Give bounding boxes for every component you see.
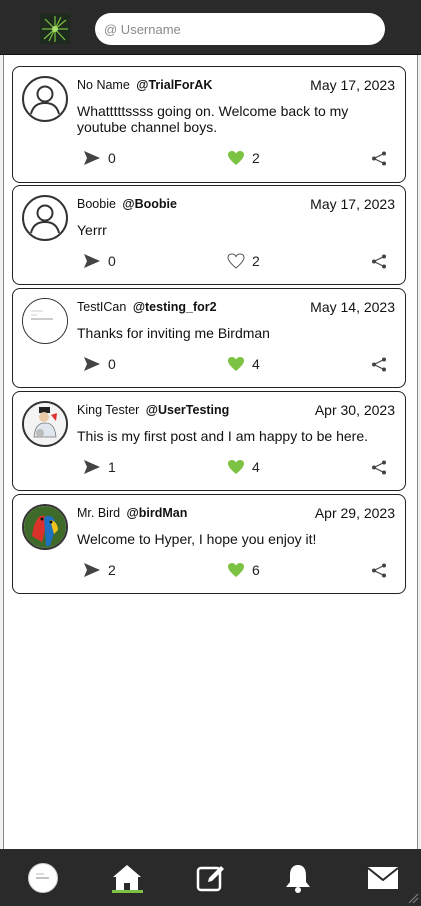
user-avatar[interactable] <box>22 195 68 241</box>
author-handle[interactable]: @birdMan <box>127 506 188 520</box>
post-date: Apr 29, 2023 <box>314 505 395 521</box>
post-card[interactable]: Mr. Bird @birdMan Apr 29, 2023 Welcome t… <box>12 494 406 594</box>
nav-profile[interactable] <box>23 849 63 906</box>
share-icon <box>372 254 386 269</box>
send-icon <box>84 151 100 165</box>
like-button[interactable]: 4 <box>227 459 260 475</box>
share-send-button[interactable]: 0 <box>83 253 116 269</box>
search-input[interactable] <box>95 13 385 45</box>
compose-icon <box>196 865 224 891</box>
share-button[interactable] <box>371 151 394 166</box>
resize-handle-icon[interactable] <box>407 892 419 904</box>
send-icon <box>84 254 100 268</box>
heart-filled-icon <box>228 151 244 165</box>
heart-filled-icon <box>228 357 244 371</box>
like-count: 6 <box>252 562 260 578</box>
like-count: 4 <box>252 459 260 475</box>
share-button[interactable] <box>371 563 394 578</box>
like-button[interactable]: 4 <box>227 356 260 372</box>
post-card[interactable]: King Tester @UserTesting Apr 30, 2023 Th… <box>12 391 406 491</box>
like-count: 2 <box>252 150 260 166</box>
share-send-button[interactable]: 0 <box>83 150 116 166</box>
share-count: 0 <box>108 356 116 372</box>
user-avatar[interactable] <box>22 504 68 550</box>
share-icon <box>372 151 386 166</box>
author-handle[interactable]: @testing_for2 <box>133 300 217 314</box>
share-button[interactable] <box>371 254 394 269</box>
heart-filled-icon <box>228 460 244 474</box>
author-name: Boobie <box>77 197 116 211</box>
send-icon <box>84 563 100 577</box>
user-avatar[interactable] <box>22 298 68 344</box>
home-icon <box>113 864 141 891</box>
post-date: May 14, 2023 <box>310 299 395 315</box>
author-handle[interactable]: @TrialForAK <box>136 78 212 92</box>
author-name: No Name <box>77 78 130 92</box>
like-button[interactable]: 2 <box>227 253 260 269</box>
active-tab-indicator <box>112 890 143 893</box>
post-card[interactable]: TestICan @testing_for2 May 14, 2023 Than… <box>12 288 406 388</box>
share-count: 0 <box>108 150 116 166</box>
heart-filled-icon <box>228 563 244 577</box>
post-text: Thanks for inviting me Birdman <box>77 325 270 341</box>
user-avatar[interactable] <box>22 401 68 447</box>
author-name: King Tester <box>77 403 140 417</box>
mail-icon <box>367 866 399 889</box>
profile-avatar-icon <box>28 862 58 893</box>
top-bar <box>0 0 421 55</box>
share-send-button[interactable]: 1 <box>83 459 116 475</box>
like-count: 4 <box>252 356 260 372</box>
share-icon <box>372 563 386 578</box>
send-icon <box>84 357 100 371</box>
heart-outline-icon <box>227 253 245 269</box>
post-text: This is my first post and I am happy to … <box>77 428 369 444</box>
app-logo-icon[interactable] <box>40 14 70 44</box>
share-count: 2 <box>108 562 116 578</box>
like-button[interactable]: 2 <box>227 150 260 166</box>
bell-icon <box>286 864 310 893</box>
nav-compose[interactable] <box>193 849 229 906</box>
post-text: Yerrr <box>77 222 107 238</box>
share-icon <box>372 460 386 475</box>
send-icon <box>84 460 100 474</box>
post-card[interactable]: No Name @TrialForAK May 17, 2023 Whatttt… <box>12 66 406 183</box>
post-text: Welcome to Hyper, I hope you enjoy it! <box>77 531 317 547</box>
post-text: Whatttttssss going on. Welcome back to m… <box>77 103 349 135</box>
nav-messages[interactable] <box>364 849 402 906</box>
nav-home[interactable] <box>108 849 146 906</box>
post-card[interactable]: Boobie @Boobie May 17, 2023 Yerrr 0 2 <box>12 185 406 285</box>
author-name: Mr. Bird <box>77 506 121 520</box>
post-date: May 17, 2023 <box>310 77 395 93</box>
nav-notifications[interactable] <box>280 849 316 906</box>
share-count: 1 <box>108 459 116 475</box>
like-count: 2 <box>252 253 260 269</box>
share-button[interactable] <box>371 357 394 372</box>
like-button[interactable]: 6 <box>227 562 260 578</box>
post-date: Apr 30, 2023 <box>314 402 395 418</box>
share-icon <box>372 357 386 372</box>
share-send-button[interactable]: 2 <box>83 562 116 578</box>
share-button[interactable] <box>371 460 394 475</box>
post-date: May 17, 2023 <box>310 196 395 212</box>
author-name: TestICan <box>77 300 127 314</box>
user-avatar[interactable] <box>22 76 68 122</box>
share-count: 0 <box>108 253 116 269</box>
author-handle[interactable]: @Boobie <box>122 197 177 211</box>
author-handle[interactable]: @UserTesting <box>146 403 230 417</box>
share-send-button[interactable]: 0 <box>83 356 116 372</box>
bottom-nav <box>0 849 421 906</box>
